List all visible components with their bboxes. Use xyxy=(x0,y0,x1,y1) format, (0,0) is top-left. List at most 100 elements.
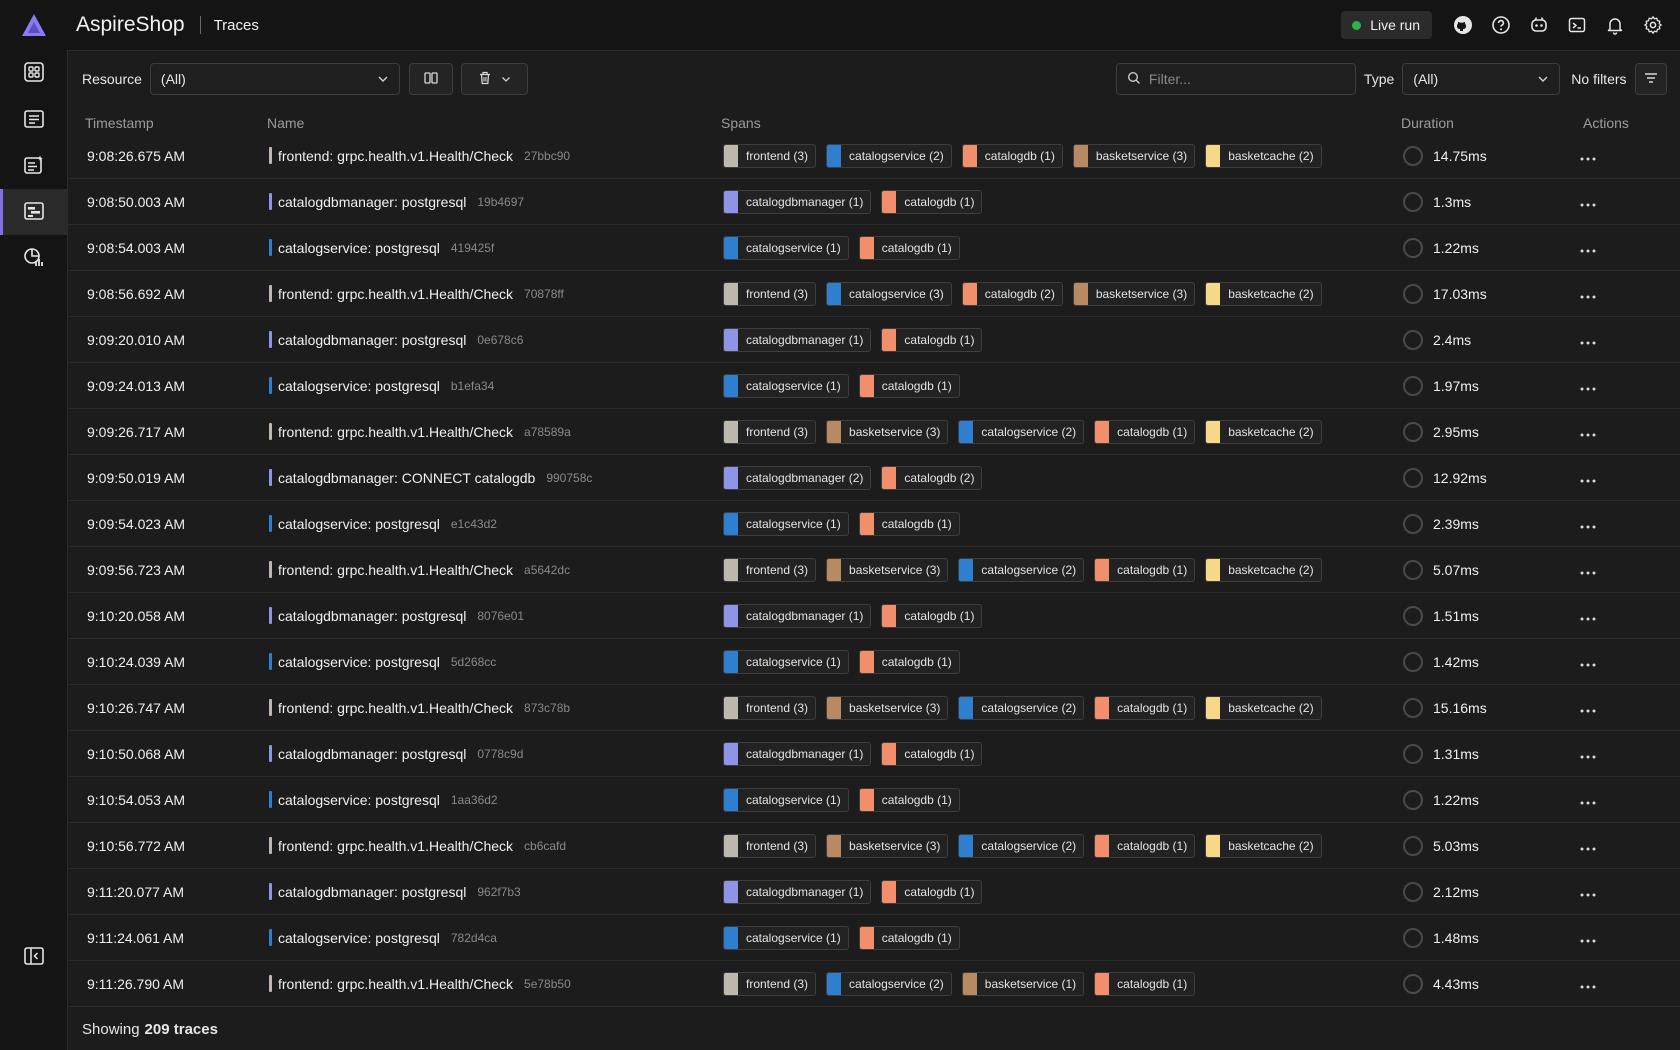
table-row[interactable]: 9:09:56.723 AM frontend: grpc.health.v1.H… xyxy=(68,547,1680,593)
console-icon[interactable] xyxy=(1558,6,1596,44)
span-badge[interactable]: basketcache (2) xyxy=(1205,281,1322,306)
span-badge[interactable]: catalogdbmanager (1) xyxy=(723,327,872,352)
span-badge[interactable]: basketservice (3) xyxy=(826,833,949,858)
span-badge[interactable]: basketcache (2) xyxy=(1205,557,1322,582)
table-row[interactable]: 9:08:50.003 AM catalogdbmanager: postgres… xyxy=(68,179,1680,225)
span-badge[interactable]: catalogdb (1) xyxy=(881,879,983,904)
span-badge[interactable]: catalogservice (2) xyxy=(958,833,1085,858)
span-badge[interactable]: frontend (3) xyxy=(723,695,817,720)
span-badge[interactable]: catalogservice (2) xyxy=(958,557,1085,582)
span-badge[interactable]: frontend (3) xyxy=(723,419,817,444)
table-row[interactable]: 9:08:56.692 AM frontend: grpc.health.v1.H… xyxy=(68,271,1680,317)
row-actions-button[interactable] xyxy=(1572,363,1604,408)
span-badge[interactable]: basketcache (2) xyxy=(1205,143,1322,168)
row-name[interactable]: frontend: grpc.health.v1.Health/Check a56… xyxy=(269,547,570,592)
span-badge[interactable]: catalogdb (1) xyxy=(858,649,960,674)
span-badge[interactable]: catalogdb (1) xyxy=(1094,833,1196,858)
row-actions-button[interactable] xyxy=(1572,179,1604,224)
column-header-name[interactable]: Name xyxy=(267,115,304,131)
row-actions-button[interactable] xyxy=(1572,869,1604,914)
table-row[interactable]: 9:11:26.790 AM frontend: grpc.health.v1.H… xyxy=(68,961,1680,1006)
aspire-logo-icon[interactable] xyxy=(0,0,68,50)
span-badge[interactable]: catalogdb (2) xyxy=(961,281,1063,306)
span-badge[interactable]: catalogdb (2) xyxy=(881,465,983,490)
span-badge[interactable]: catalogservice (2) xyxy=(826,143,952,168)
row-actions-button[interactable] xyxy=(1572,593,1604,638)
row-name[interactable]: catalogservice: postgresql 419425f xyxy=(269,225,494,270)
resource-select[interactable]: (All) xyxy=(149,63,400,95)
span-badge[interactable]: catalogdb (1) xyxy=(1094,419,1196,444)
filters-button[interactable] xyxy=(1634,63,1667,95)
row-name[interactable]: frontend: grpc.health.v1.Health/Check 5e7… xyxy=(269,961,571,1006)
span-badge[interactable]: catalogdbmanager (1) xyxy=(723,741,872,766)
row-actions-button[interactable] xyxy=(1572,409,1604,454)
live-run-button[interactable]: Live run xyxy=(1341,11,1432,39)
span-badge[interactable]: catalogservice (2) xyxy=(826,971,952,996)
span-badge[interactable]: catalogservice (3) xyxy=(826,281,952,306)
table-row[interactable]: 9:09:50.019 AM catalogdbmanager: CONNECT … xyxy=(68,455,1680,501)
span-badge[interactable]: catalogdb (1) xyxy=(858,511,960,536)
table-row[interactable]: 9:09:24.013 AM catalogservice: postgresql… xyxy=(68,363,1680,409)
row-actions-button[interactable] xyxy=(1572,317,1604,362)
span-badge[interactable]: catalogdb (1) xyxy=(961,143,1063,168)
row-actions-button[interactable] xyxy=(1572,271,1604,316)
row-actions-button[interactable] xyxy=(1572,455,1604,500)
table-row[interactable]: 9:11:24.061 AM catalogservice: postgresql… xyxy=(68,915,1680,961)
span-badge[interactable]: frontend (3) xyxy=(723,143,817,168)
row-actions-button[interactable] xyxy=(1572,731,1604,776)
table-row[interactable]: 9:10:54.053 AM catalogservice: postgresql… xyxy=(68,777,1680,823)
row-name[interactable]: catalogservice: postgresql 782d4ca xyxy=(269,915,497,960)
filter-input-box[interactable] xyxy=(1115,63,1356,95)
span-badge[interactable]: basketservice (3) xyxy=(1072,281,1196,306)
span-badge[interactable]: basketservice (3) xyxy=(826,419,949,444)
span-badge[interactable]: basketservice (3) xyxy=(826,557,949,582)
span-badge[interactable]: catalogdb (1) xyxy=(1094,971,1196,996)
help-icon[interactable] xyxy=(1482,6,1520,44)
column-header-spans[interactable]: Spans xyxy=(721,115,761,131)
span-badge[interactable]: catalogdb (1) xyxy=(881,189,983,214)
row-name[interactable]: catalogservice: postgresql 5d268cc xyxy=(269,639,496,684)
row-name[interactable]: frontend: grpc.health.v1.Health/Check a78… xyxy=(269,409,571,454)
span-badge[interactable]: catalogdb (1) xyxy=(858,925,960,950)
table-row[interactable]: 9:10:50.068 AM catalogdbmanager: postgres… xyxy=(68,731,1680,777)
span-badge[interactable]: basketservice (3) xyxy=(1072,143,1196,168)
sidebar-collapse-button[interactable] xyxy=(0,934,67,980)
row-name[interactable]: catalogdbmanager: postgresql 19b4697 xyxy=(269,179,524,224)
filter-input[interactable] xyxy=(1148,71,1339,87)
span-badge[interactable]: frontend (3) xyxy=(723,971,817,996)
row-name[interactable]: frontend: grpc.health.v1.Health/Check 27b… xyxy=(269,133,570,178)
copilot-icon[interactable] xyxy=(1520,6,1558,44)
span-badge[interactable]: catalogservice (2) xyxy=(958,419,1085,444)
span-badge[interactable]: basketcache (2) xyxy=(1205,833,1322,858)
span-badge[interactable]: catalogdb (1) xyxy=(881,741,983,766)
row-name[interactable]: frontend: grpc.health.v1.Health/Check cb6… xyxy=(269,823,566,868)
row-name[interactable]: catalogservice: postgresql 1aa36d2 xyxy=(269,777,498,822)
row-name[interactable]: frontend: grpc.health.v1.Health/Check 873… xyxy=(269,685,570,730)
table-row[interactable]: 9:10:24.039 AM catalogservice: postgresql… xyxy=(68,639,1680,685)
row-actions-button[interactable] xyxy=(1572,823,1604,868)
table-row[interactable]: 9:08:54.003 AM catalogservice: postgresql… xyxy=(68,225,1680,271)
span-badge[interactable]: catalogservice (1) xyxy=(723,511,849,536)
span-badge[interactable]: catalogdb (1) xyxy=(881,603,983,628)
span-badge[interactable]: catalogdbmanager (1) xyxy=(723,189,872,214)
sidebar-item-resources[interactable] xyxy=(0,50,67,96)
toggle-columns-button[interactable] xyxy=(408,63,453,95)
table-row[interactable]: 9:10:20.058 AM catalogdbmanager: postgres… xyxy=(68,593,1680,639)
span-badge[interactable]: frontend (3) xyxy=(723,833,817,858)
row-name[interactable]: catalogservice: postgresql e1c43d2 xyxy=(269,501,497,546)
span-badge[interactable]: basketservice (3) xyxy=(826,695,949,720)
column-header-duration[interactable]: Duration xyxy=(1401,115,1454,131)
row-name[interactable]: catalogdbmanager: postgresql 0778c9d xyxy=(269,731,523,776)
row-actions-button[interactable] xyxy=(1572,961,1604,1006)
row-actions-button[interactable] xyxy=(1572,547,1604,592)
row-name[interactable]: catalogdbmanager: postgresql 0e678c6 xyxy=(269,317,523,362)
row-actions-button[interactable] xyxy=(1572,777,1604,822)
row-actions-button[interactable] xyxy=(1572,685,1604,730)
span-badge[interactable]: catalogservice (1) xyxy=(723,235,849,260)
row-actions-button[interactable] xyxy=(1572,915,1604,960)
clear-traces-button[interactable] xyxy=(460,63,528,95)
span-badge[interactable]: catalogdb (1) xyxy=(1094,557,1196,582)
row-name[interactable]: catalogdbmanager: postgresql 8076e01 xyxy=(269,593,524,638)
row-actions-button[interactable] xyxy=(1572,501,1604,546)
span-badge[interactable]: catalogdb (1) xyxy=(881,327,983,352)
